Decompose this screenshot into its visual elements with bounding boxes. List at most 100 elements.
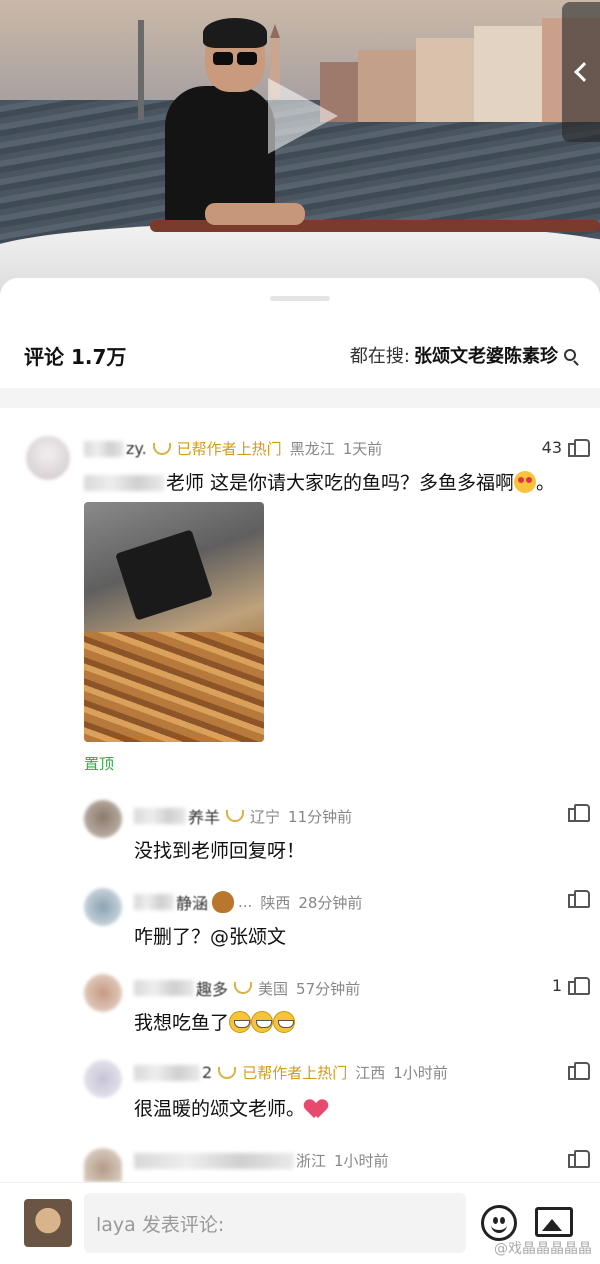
reply-meta: 浙江 1小时前 (134, 1150, 389, 1171)
play-icon[interactable] (268, 78, 338, 154)
comment-text: 老师 这是你请大家吃的鱼吗？多鱼多福啊 (166, 472, 515, 494)
name-blur (134, 808, 186, 824)
comment-author[interactable]: zy. (126, 439, 147, 458)
image-button[interactable] (535, 1207, 573, 1237)
reply-region: 美国 (258, 979, 289, 998)
watermark: @戏晶晶晶晶晶 (494, 1241, 592, 1257)
comment-text-row: 老师 这是你请大家吃的鱼吗？多鱼多福啊。 (84, 468, 555, 495)
section-divider (0, 388, 600, 408)
video-player[interactable] (0, 0, 600, 300)
bear-emoji-icon (212, 891, 235, 913)
reply-text-row: 很温暖的颂文老师。 (134, 1094, 327, 1121)
text-blur (84, 475, 164, 491)
avatar[interactable] (84, 974, 122, 1012)
thumbs-up-icon (568, 890, 590, 908)
avatar[interactable] (84, 800, 122, 838)
my-avatar[interactable] (24, 1199, 72, 1247)
like-count: 43 (541, 438, 562, 457)
reply-time: 11分钟前 (288, 807, 353, 826)
name-blur (134, 980, 194, 996)
like-count: 1 (551, 976, 562, 995)
avatar[interactable] (84, 1060, 122, 1098)
like-button[interactable] (562, 1062, 590, 1080)
vip-icon (152, 442, 171, 455)
reply-name-suffix: ... (238, 893, 253, 911)
avatar[interactable] (84, 1148, 122, 1182)
comment-count: 评论 1.7万 (24, 344, 127, 369)
grin-emoji-icon (251, 1011, 274, 1033)
heart-eyes-emoji-icon (514, 471, 537, 493)
vip-icon (234, 982, 253, 994)
reply-time: 1小时前 (393, 1064, 448, 1082)
video-person (165, 18, 285, 236)
reply-region: 浙江 (296, 1152, 327, 1170)
thumbs-up-icon (568, 438, 590, 457)
video-hand (205, 203, 305, 225)
collapse-button[interactable] (562, 2, 600, 142)
mooring-post (138, 20, 144, 120)
thumbs-up-icon (568, 976, 590, 995)
reply-meta: 趣多 美国 57分钟前 (134, 976, 360, 1000)
trending-query[interactable]: 张颂文老婆陈素珍 (414, 342, 558, 368)
reply-region: 陕西 (260, 893, 291, 912)
grin-emoji-icon (273, 1011, 296, 1033)
reply-author[interactable]: 趣多 (196, 976, 228, 1000)
like-button[interactable] (562, 804, 590, 822)
comment-meta: zy. 已帮作者上热门 黑龙江 1天前 (84, 438, 382, 459)
reply-time: 28分钟前 (298, 893, 363, 912)
like-button[interactable] (562, 1150, 590, 1168)
reply-meta: 静涵 ... 陕西 28分钟前 (134, 890, 362, 914)
search-icon[interactable] (564, 349, 576, 361)
like-button[interactable] (562, 890, 590, 908)
thumbs-up-icon (568, 804, 590, 822)
reply-region: 辽宁 (250, 807, 281, 826)
comment-image[interactable] (84, 502, 264, 742)
name-blur (134, 894, 174, 910)
pinned-label: 置顶 (84, 755, 115, 773)
reply-text: 没找到老师回复呀！ (134, 840, 306, 862)
hot-badge: 已帮作者上热门 (176, 440, 282, 458)
name-blur (84, 440, 124, 457)
food-tray (84, 632, 264, 742)
emoji-button[interactable] (481, 1205, 517, 1241)
heart-emoji-icon (305, 1097, 327, 1119)
trending-prefix: 都在搜: (349, 346, 410, 367)
comment-region: 黑龙江 (289, 440, 335, 458)
thumbs-up-icon (568, 1150, 590, 1168)
reply-text: 我想吃鱼了 (134, 1012, 230, 1034)
comment-text-suffix: 。 (536, 472, 556, 494)
grin-emoji-icon (229, 1011, 252, 1033)
sheet-grabber[interactable] (270, 296, 330, 301)
thumbs-up-icon (568, 1062, 590, 1080)
name-blur (134, 1152, 294, 1169)
reply-meta: 养羊 辽宁 11分钟前 (134, 804, 352, 828)
vip-icon (226, 810, 245, 822)
like-button[interactable]: 43 (541, 438, 590, 457)
video-buildings (300, 12, 600, 122)
reply-author[interactable]: 2 (202, 1063, 212, 1082)
comment-input[interactable]: laya 发表评论: (84, 1193, 466, 1253)
reply-author[interactable]: 养羊 (188, 804, 220, 828)
reply-meta: 2 已帮作者上热门 江西 1小时前 (134, 1062, 448, 1083)
vip-icon (218, 1066, 237, 1079)
like-button[interactable]: 1 (551, 976, 590, 995)
comment-input-placeholder: laya 发表评论: (96, 1213, 225, 1236)
comments-page: 评论 1.7万 都在搜: 张颂文老婆陈素珍 zy. 已帮作者上热门 黑龙江 1天… (0, 0, 600, 1264)
hot-badge: 已帮作者上热门 (242, 1064, 348, 1082)
avatar[interactable] (84, 888, 122, 926)
comments-header: 评论 1.7万 都在搜: 张颂文老婆陈素珍 (0, 322, 600, 388)
comment-time: 1天前 (342, 440, 383, 458)
reply-text: 很温暖的颂文老师。 (134, 1098, 306, 1120)
reply-region: 江西 (355, 1064, 386, 1082)
chevron-left-icon (574, 62, 594, 82)
trending-search[interactable]: 都在搜: 张颂文老婆陈素珍 (350, 342, 576, 368)
reply-author[interactable]: 静涵 (176, 890, 208, 914)
avatar[interactable] (26, 436, 70, 480)
reply-text-row: 我想吃鱼了 (134, 1008, 296, 1035)
food-sign (115, 529, 213, 621)
reply-text: 咋删了？@张颂文 (134, 926, 287, 948)
name-blur (134, 1064, 200, 1081)
reply-time: 57分钟前 (296, 979, 361, 998)
reply-time: 1小时前 (334, 1152, 389, 1170)
smile-icon (491, 1225, 507, 1233)
